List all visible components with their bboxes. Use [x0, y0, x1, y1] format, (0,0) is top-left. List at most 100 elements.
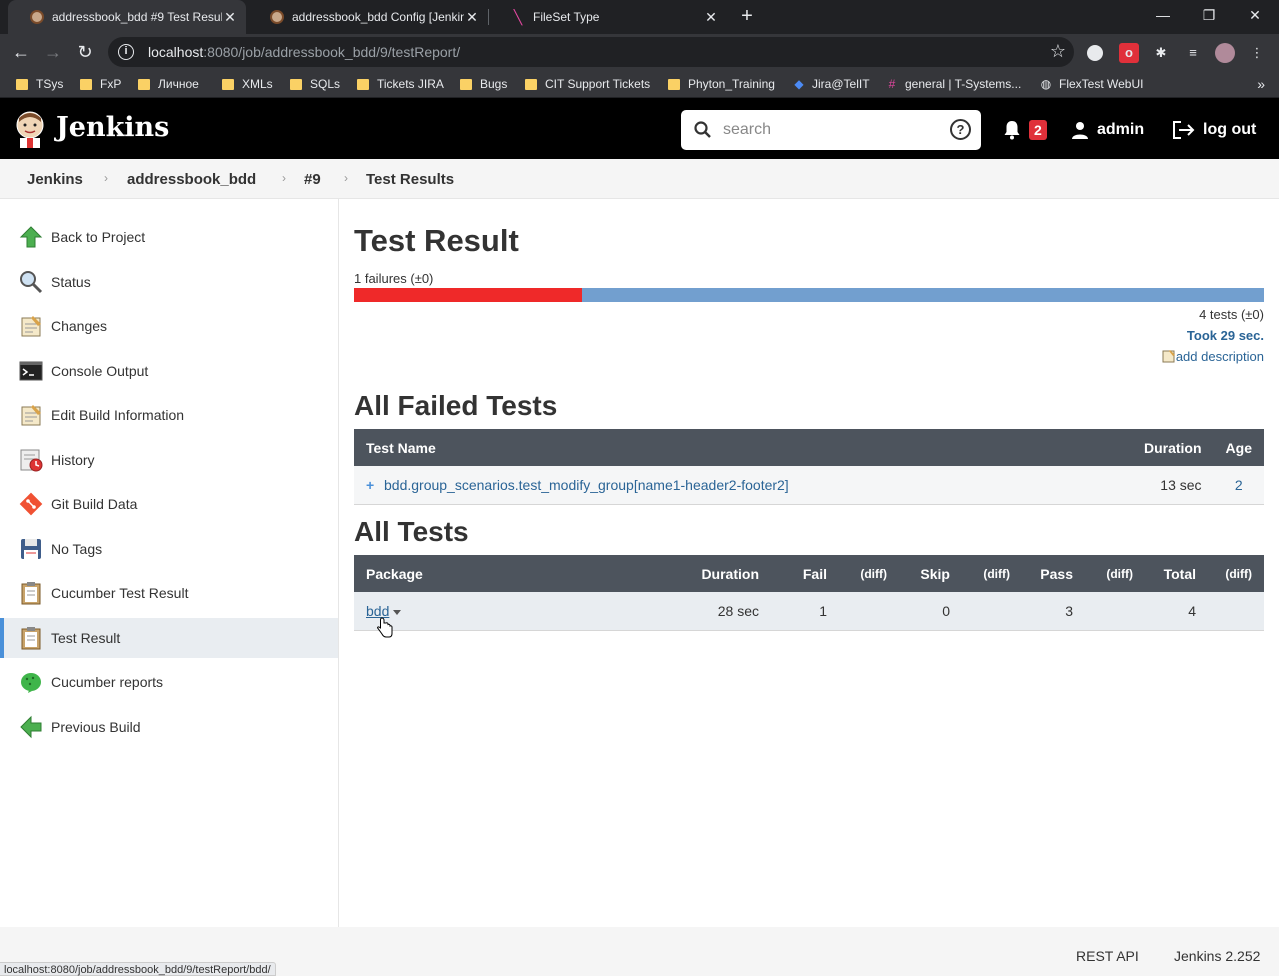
col-skip[interactable]: Skip — [899, 555, 962, 592]
bookmark-folder[interactable]: Личное — [138, 76, 199, 92]
close-tab-icon[interactable]: ✕ — [464, 9, 480, 26]
address-bar[interactable]: i localhost:8080/job/addressbook_bdd/9/t… — [108, 37, 1074, 67]
sidebar-item-history[interactable]: History — [0, 440, 338, 480]
edit-note-icon — [1162, 350, 1175, 363]
test-result-bar-fail — [354, 288, 582, 302]
bookmark-link[interactable]: # general | T-Systems... — [885, 76, 1022, 92]
logout-label: log out — [1203, 121, 1257, 138]
forward-arrow-icon[interactable]: → — [41, 40, 65, 64]
bookmark-folder[interactable]: SQLs — [290, 76, 340, 92]
sidebar-item-console-output[interactable]: Console Output — [0, 351, 338, 391]
sidebar-item-label: History — [51, 452, 95, 468]
bookmark-folder[interactable]: Bugs — [460, 76, 507, 92]
expand-plus-icon[interactable]: + — [366, 477, 378, 493]
col-duration[interactable]: Duration — [676, 555, 771, 592]
user-link[interactable]: admin — [1071, 121, 1144, 139]
browser-tab-test-results[interactable]: addressbook_bdd #9 Test Results [Jenkins… — [8, 0, 246, 34]
test-name-link[interactable]: bdd.group_scenarios.test_modify_group[na… — [384, 477, 789, 493]
sidebar-item-cucumber-test-result[interactable]: Cucumber Test Result — [0, 573, 338, 613]
bookmark-folder[interactable]: Tickets JIRA — [357, 76, 444, 92]
breadcrumb-build[interactable]: #9 — [304, 171, 321, 188]
close-window-button[interactable]: ✕ — [1245, 4, 1265, 26]
dropdown-arrow-icon[interactable] — [393, 609, 402, 615]
slack-icon: # — [888, 77, 896, 91]
browser-menu-icon[interactable]: ⋮ — [1247, 43, 1267, 63]
globe-icon: ◍ — [1040, 77, 1052, 91]
back-arrow-icon[interactable]: ← — [9, 40, 33, 64]
sidebar-item-cucumber-reports[interactable]: Cucumber reports — [0, 662, 338, 702]
close-tab-icon[interactable]: ✕ — [222, 9, 238, 26]
sidebar-item-status[interactable]: Status — [0, 262, 338, 302]
breadcrumb-test-results[interactable]: Test Results — [366, 171, 454, 188]
sidebar-item-label: No Tags — [51, 541, 103, 557]
col-test-name[interactable]: Test Name — [354, 429, 1122, 466]
breadcrumb-jenkins[interactable]: Jenkins — [27, 171, 83, 188]
bookmark-folder[interactable]: TSys — [16, 76, 63, 92]
extension-circle-icon[interactable] — [1087, 45, 1103, 61]
sidebar-item-back-to-project[interactable]: Back to Project — [0, 217, 338, 257]
sidebar-item-label: Cucumber Test Result — [51, 585, 189, 601]
sidebar-item-label: Cucumber reports — [51, 674, 164, 690]
duration-cell: 28 sec — [676, 592, 771, 631]
logout-link[interactable]: log out — [1173, 121, 1256, 139]
bookmark-label: Phyton_Training — [688, 77, 775, 91]
col-duration[interactable]: Duration — [1121, 429, 1214, 466]
sidebar-item-test-result[interactable]: Test Result — [0, 618, 338, 658]
col-total-diff[interactable]: (diff) — [1208, 555, 1264, 592]
add-description-link[interactable]: add description — [1162, 349, 1264, 364]
notification-badge[interactable]: 2 — [1029, 120, 1047, 140]
bookmark-folder[interactable]: Phyton_Training — [668, 76, 775, 92]
sidebar-item-label: Status — [51, 274, 91, 290]
breadcrumb-project[interactable]: addressbook_bdd — [127, 171, 256, 188]
bookmark-folder[interactable]: XMLs — [222, 76, 273, 92]
sidebar-item-no-tags[interactable]: No Tags — [0, 529, 338, 569]
bookmark-star-icon[interactable]: ☆ — [1050, 41, 1066, 62]
col-pass[interactable]: Pass — [1022, 555, 1085, 592]
col-skip-diff[interactable]: (diff) — [962, 555, 1022, 592]
col-total[interactable]: Total — [1145, 555, 1208, 592]
browser-tab-fileset[interactable]: ╲ FileSet Type ✕ — [489, 0, 727, 34]
age-link[interactable]: 2 — [1235, 477, 1243, 493]
skip-cell: 0 — [899, 592, 962, 631]
browser-tab-config[interactable]: addressbook_bdd Config [Jenkins] ✕ — [248, 0, 488, 34]
extensions-puzzle-icon[interactable]: ✱ — [1151, 43, 1171, 63]
new-tab-button[interactable]: + — [737, 6, 757, 26]
rest-api-link[interactable]: REST API — [1076, 948, 1139, 964]
extension-red-icon[interactable]: o — [1119, 43, 1139, 63]
close-tab-icon[interactable]: ✕ — [703, 9, 719, 26]
col-age[interactable]: Age — [1213, 429, 1264, 466]
restore-button[interactable]: ❐ — [1199, 4, 1219, 26]
sidebar-item-previous-build[interactable]: Previous Build — [0, 707, 338, 747]
sidebar-item-changes[interactable]: Changes — [0, 306, 338, 346]
jenkins-header: Jenkins ? 2 admin log out — [0, 98, 1279, 159]
help-icon[interactable]: ? — [950, 119, 971, 140]
bell-icon[interactable] — [1003, 120, 1021, 140]
jenkins-version-link[interactable]: Jenkins 2.252 — [1174, 948, 1260, 964]
col-fail[interactable]: Fail — [771, 555, 839, 592]
profile-avatar-icon[interactable] — [1215, 43, 1235, 63]
folder-icon — [460, 78, 472, 90]
col-fail-diff[interactable]: (diff) — [839, 555, 899, 592]
bookmark-label: FxP — [100, 77, 122, 91]
age-cell: 2 — [1213, 466, 1264, 505]
minimize-button[interactable]: — — [1153, 4, 1173, 26]
bookmark-link[interactable]: ◍ FlexTest WebUI — [1039, 76, 1144, 92]
jenkins-favicon-icon — [30, 10, 44, 24]
search-input[interactable] — [723, 118, 933, 142]
col-package[interactable]: Package — [354, 555, 676, 592]
bookmark-folder[interactable]: FxP — [80, 76, 121, 92]
bookmark-link[interactable]: ◆ Jira@TelIT — [792, 76, 869, 92]
bookmark-folder[interactable]: CIT Support Tickets — [525, 76, 650, 92]
media-queue-icon[interactable]: ≡ — [1183, 43, 1203, 63]
history-icon — [20, 449, 43, 472]
reload-icon[interactable]: ↻ — [73, 40, 97, 64]
sidebar-item-git-build-data[interactable]: Git Build Data — [0, 484, 338, 524]
took-time-link[interactable]: Took 29 sec. — [1187, 328, 1264, 343]
jenkins-logo-icon[interactable] — [14, 110, 46, 148]
site-info-icon[interactable]: i — [118, 44, 134, 60]
bookmarks-overflow-icon[interactable]: » — [1257, 76, 1265, 92]
sidebar-item-edit-build-information[interactable]: Edit Build Information — [0, 395, 338, 435]
col-pass-diff[interactable]: (diff) — [1085, 555, 1145, 592]
jenkins-title[interactable]: Jenkins — [56, 112, 169, 143]
folder-icon — [668, 78, 680, 90]
